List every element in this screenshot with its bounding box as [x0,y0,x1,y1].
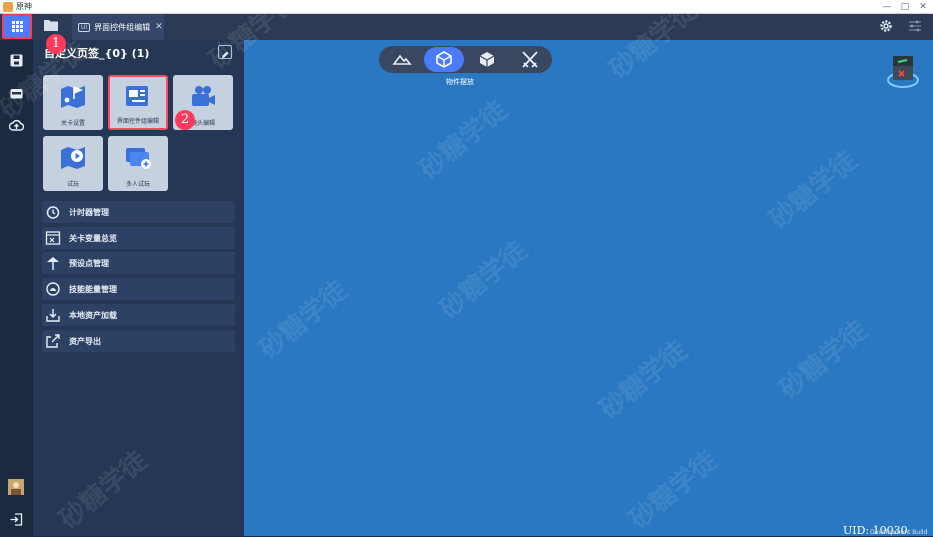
map-flag-icon [61,86,85,108]
scene-viewport[interactable] [244,40,933,536]
app-icon [3,2,13,12]
ui-editor-icon [126,86,148,106]
tab-close-icon[interactable]: ✕ [155,22,163,32]
gear-icon[interactable] [879,19,893,33]
tab-ui-widget-group-editor[interactable]: UI 界面控件组编辑 ✕ [72,14,164,40]
window-titlebar: 原神 — □ ✕ [0,0,933,14]
list-item-label: 技能能量管理 [69,284,117,294]
ui-badge: UI [78,22,91,32]
minimize-button[interactable]: — [878,0,896,14]
list-item-timer-management[interactable]: 计时器管理 [42,201,235,223]
apps-grid-button[interactable] [2,14,32,39]
list-item-local-asset-loading[interactable]: 本地资产加载 [42,304,235,326]
logout-icon[interactable] [9,512,24,527]
export-icon [46,334,60,348]
solid-object-mode-button[interactable] [467,47,507,72]
list-item-level-variables[interactable]: 关卡变量总览 [42,227,235,249]
tile-ui-widget-group-editor[interactable]: 界面控件组编辑 [108,75,168,130]
folder-icon[interactable] [44,19,58,31]
object-placement-mode-button[interactable] [424,47,464,72]
cube-icon [479,52,495,67]
tile-label: 关卡设置 [60,120,85,127]
list-item-label: 预设点管理 [69,258,109,268]
orientation-gizmo-icon[interactable] [886,54,920,90]
mode-tooltip: 物件摆放 [446,77,474,87]
step-marker-1: 1 [46,34,66,54]
variables-icon [45,231,61,245]
tile-multiplayer-test-play[interactable]: 多人试玩 [108,136,168,191]
sliders-icon[interactable] [908,19,922,33]
terrain-mode-button[interactable] [381,47,421,72]
inbox-icon[interactable] [9,86,24,101]
play-map-icon [61,147,85,169]
step-marker-2: 2 [175,110,195,130]
save-icon[interactable] [9,53,24,68]
list-item-label: 关卡变量总览 [69,233,117,243]
list-item-skill-energy[interactable]: 技能能量管理 [42,278,235,300]
list-item-preset-points[interactable]: 预设点管理 [42,252,235,274]
cube-placement-icon [436,51,452,68]
tile-test-play[interactable]: 试玩 [43,136,103,191]
maximize-button[interactable]: □ [896,0,914,14]
left-icon-bar [0,40,33,536]
combat-mode-button[interactable] [510,47,550,72]
terrain-icon [392,54,412,65]
energy-icon [46,282,60,296]
edit-icon [222,51,229,58]
edit-title-button[interactable] [218,45,232,59]
camera-icon [192,86,215,106]
build-label: Development Build [870,529,928,536]
list-item-label: 计时器管理 [69,207,109,217]
preset-point-icon [47,257,59,270]
tile-label: 试玩 [66,181,79,188]
multiplayer-icon [126,148,151,169]
timer-icon [46,206,60,219]
grid-icon [12,21,23,32]
crossed-swords-icon [522,51,538,68]
tile-label: 多人试玩 [125,181,150,188]
list-item-label: 资产导出 [69,336,101,346]
tab-label: 界面控件组编辑 [94,22,151,32]
tile-level-settings[interactable]: 关卡设置 [43,75,103,130]
list-item-asset-export[interactable]: 资产导出 [42,330,235,352]
tile-label: 界面控件组编辑 [116,118,159,125]
download-icon [46,309,60,322]
avatar[interactable] [8,479,24,495]
window-title: 原神 [16,2,32,11]
list-item-label: 本地资产加载 [69,310,117,320]
close-window-button[interactable]: ✕ [914,0,932,14]
cloud-upload-icon[interactable] [9,118,24,133]
mode-segment-bar [379,46,552,73]
